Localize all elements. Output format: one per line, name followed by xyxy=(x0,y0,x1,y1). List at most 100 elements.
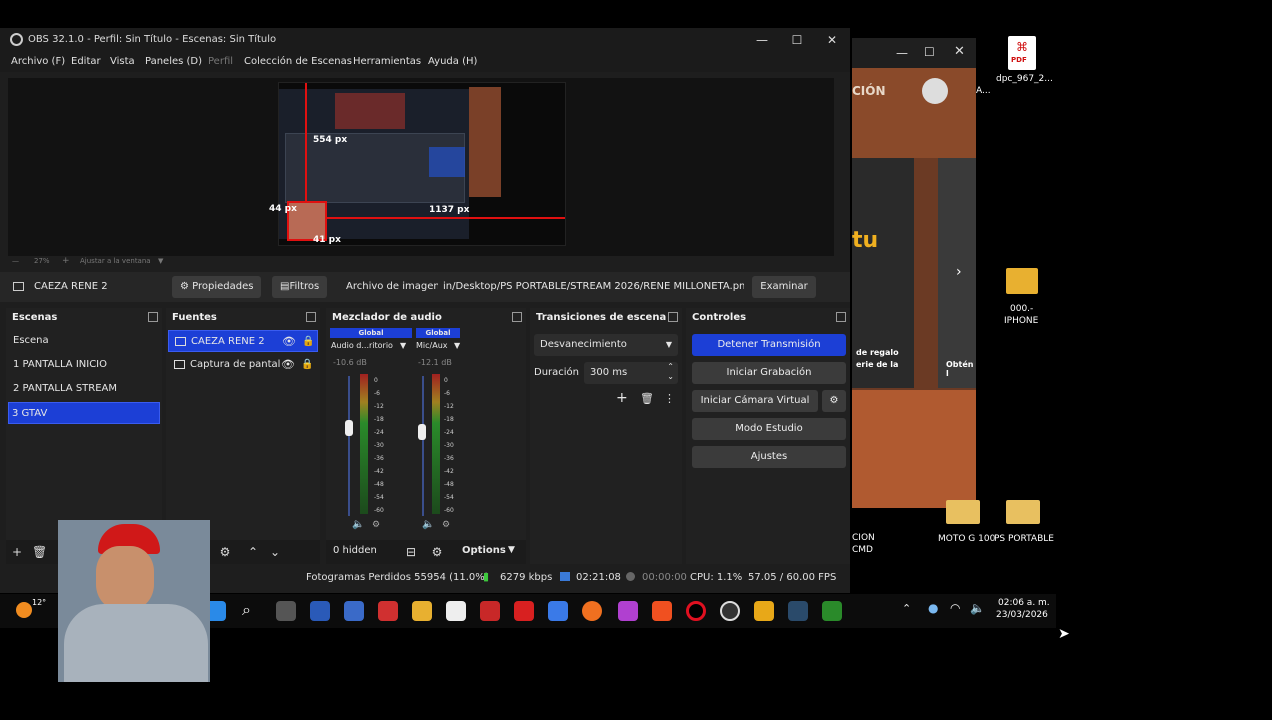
filters-button[interactable]: ▤Filtros xyxy=(272,276,328,298)
menu-editar[interactable]: Editar xyxy=(71,56,101,67)
channel-name[interactable]: Audio d...ritorio xyxy=(331,341,393,350)
volume-slider-handle[interactable] xyxy=(418,424,426,440)
source-settings-icon[interactable]: ⚙ xyxy=(218,545,232,559)
lock-icon[interactable]: 🔒 xyxy=(302,331,314,353)
zoom-in-icon[interactable]: + xyxy=(62,256,70,266)
scene-item[interactable]: 1 PANTALLA INICIO xyxy=(10,354,160,376)
menu-vista[interactable]: Vista xyxy=(110,56,135,67)
menu-coleccion[interactable]: Colección de Escenas xyxy=(244,56,352,67)
options-dropdown-icon[interactable]: ▼ xyxy=(508,545,515,555)
clock-time[interactable]: 02:06 a. m. xyxy=(998,598,1050,608)
menu-herramientas[interactable]: Herramientas xyxy=(353,56,421,67)
firefox-icon[interactable] xyxy=(582,601,602,621)
folder-label[interactable]: MOTO G 100 xyxy=(938,534,995,544)
app-purple-icon[interactable] xyxy=(618,601,638,621)
add-scene-icon[interactable]: + xyxy=(10,545,24,559)
minimize-button[interactable]: — xyxy=(748,30,776,50)
photos-icon[interactable] xyxy=(344,601,364,621)
opera-icon[interactable] xyxy=(686,601,706,621)
remove-scene-icon[interactable]: 🗑 xyxy=(32,545,47,559)
stop-streaming-button[interactable]: Detener Transmisión xyxy=(692,334,846,356)
virtual-camera-settings-button[interactable]: ⚙ xyxy=(822,390,846,412)
wifi-icon[interactable]: ◠ xyxy=(950,601,960,615)
folder-icon[interactable] xyxy=(946,500,980,524)
desktop-label[interactable]: IPHONE xyxy=(1004,316,1038,326)
eye-icon[interactable]: 👁 xyxy=(282,331,296,353)
stepper-icon[interactable]: ⌃ ⌄ xyxy=(667,362,674,382)
snipping-icon[interactable] xyxy=(378,601,398,621)
tray-expand-icon[interactable]: ⌃ xyxy=(902,602,911,615)
transition-select[interactable]: Desvanecimiento ▼ xyxy=(534,334,678,356)
duration-input[interactable]: 300 ms ⌃ ⌄ xyxy=(584,362,678,384)
menu-paneles[interactable]: Paneles (D) xyxy=(145,56,202,67)
weather-icon[interactable] xyxy=(16,602,32,618)
scenes-float-icon[interactable] xyxy=(148,312,158,322)
channel-settings-icon[interactable]: ⚙ xyxy=(442,520,450,530)
next-arrow-icon[interactable]: › xyxy=(956,264,962,280)
options-button[interactable]: Options xyxy=(462,545,506,556)
app-blue-icon[interactable] xyxy=(548,601,568,621)
game-avatar-icon[interactable] xyxy=(922,78,948,104)
browse-button[interactable]: Examinar xyxy=(752,276,816,298)
game-window[interactable]: — ☐ ✕ CIÓN tu de regalo erie de la Obtén… xyxy=(852,38,976,508)
zoom-dropdown-icon[interactable]: ▼ xyxy=(158,257,163,265)
scene-item[interactable]: Escena xyxy=(10,330,160,352)
pdf-file-label[interactable]: dpc_967_2... xyxy=(996,74,1053,84)
notepad-icon[interactable] xyxy=(446,601,466,621)
game-minimize-icon[interactable]: — xyxy=(896,46,908,60)
weather-temp[interactable]: 12° xyxy=(32,598,46,607)
volume-slider-track[interactable] xyxy=(348,376,350,516)
volume-icon[interactable]: 🔈 xyxy=(970,601,985,615)
search-icon[interactable]: ⌕ xyxy=(242,600,251,620)
move-up-icon[interactable]: ⌃ xyxy=(246,545,260,559)
lock-icon[interactable]: 🔒 xyxy=(301,354,313,376)
remove-transition-icon[interactable]: 🗑 xyxy=(640,392,654,405)
mute-speaker-icon[interactable]: 🔈 xyxy=(352,519,364,530)
obs-taskbar-icon[interactable] xyxy=(720,601,740,621)
move-down-icon[interactable]: ⌄ xyxy=(268,545,282,559)
calculator-icon[interactable] xyxy=(310,601,330,621)
source-item-selected[interactable]: CAEZA RENE 2 👁 🔒 xyxy=(168,330,318,352)
channel-menu-icon[interactable]: ▼ xyxy=(400,341,406,350)
pdf-file-icon[interactable]: PDF ⌘ xyxy=(1008,36,1036,70)
eye-icon[interactable]: 👁 xyxy=(281,354,295,376)
scene-item[interactable]: 2 PANTALLA STREAM xyxy=(10,378,160,400)
image-path-field[interactable]: in/Desktop/PS PORTABLE/STREAM 2026/RENE … xyxy=(438,276,744,298)
rockstar-icon[interactable] xyxy=(754,601,774,621)
preview-area[interactable]: 554 px 44 px 1137 px 41 px xyxy=(8,78,834,256)
clock-date[interactable]: 23/03/2026 xyxy=(996,610,1048,620)
mixer-layout-icon[interactable]: ⊟ xyxy=(404,545,418,559)
maximize-button[interactable]: ☐ xyxy=(783,30,811,50)
menu-perfil[interactable]: Perfil xyxy=(208,56,233,67)
transition-menu-icon[interactable]: ⋮ xyxy=(664,392,675,405)
steam-icon[interactable] xyxy=(788,601,808,621)
game-close-icon[interactable]: ✕ xyxy=(954,44,965,59)
game-maximize-icon[interactable]: ☐ xyxy=(924,45,935,59)
task-view-icon[interactable] xyxy=(276,601,296,621)
fit-to-window[interactable]: Ajustar a la ventana xyxy=(80,257,151,265)
start-recording-button[interactable]: Iniciar Grabación xyxy=(692,362,846,384)
source-item[interactable]: Captura de pantal 👁 🔒 xyxy=(168,354,318,376)
mixer-advanced-icon[interactable]: ⚙ xyxy=(430,545,444,559)
mixer-float-icon[interactable] xyxy=(512,312,522,322)
mic-icon[interactable]: ● xyxy=(928,601,938,615)
studio-mode-button[interactable]: Modo Estudio xyxy=(692,418,846,440)
mute-mic-icon[interactable]: 🔈 xyxy=(422,519,434,530)
properties-button[interactable]: ⚙ Propiedades xyxy=(172,276,262,298)
app-red-icon[interactable] xyxy=(480,601,500,621)
file-explorer-icon[interactable] xyxy=(412,601,432,621)
channel-name[interactable]: Mic/Aux xyxy=(416,341,448,350)
gta-icon[interactable] xyxy=(822,601,842,621)
channel-menu-icon[interactable]: ▼ xyxy=(454,341,460,350)
close-button[interactable]: ✕ xyxy=(818,30,846,50)
zoom-out-icon[interactable]: — xyxy=(12,257,19,265)
settings-button[interactable]: Ajustes xyxy=(692,446,846,468)
menu-ayuda[interactable]: Ayuda (H) xyxy=(428,56,477,67)
brave-icon[interactable] xyxy=(652,601,672,621)
menu-archivo[interactable]: Archivo (F) xyxy=(11,56,65,67)
sources-float-icon[interactable] xyxy=(306,312,316,322)
scene-item-selected[interactable]: 3 GTAV xyxy=(8,402,160,424)
add-transition-icon[interactable]: + xyxy=(616,390,628,406)
winrar-folder-icon[interactable] xyxy=(1006,268,1038,294)
transitions-float-icon[interactable] xyxy=(668,312,678,322)
